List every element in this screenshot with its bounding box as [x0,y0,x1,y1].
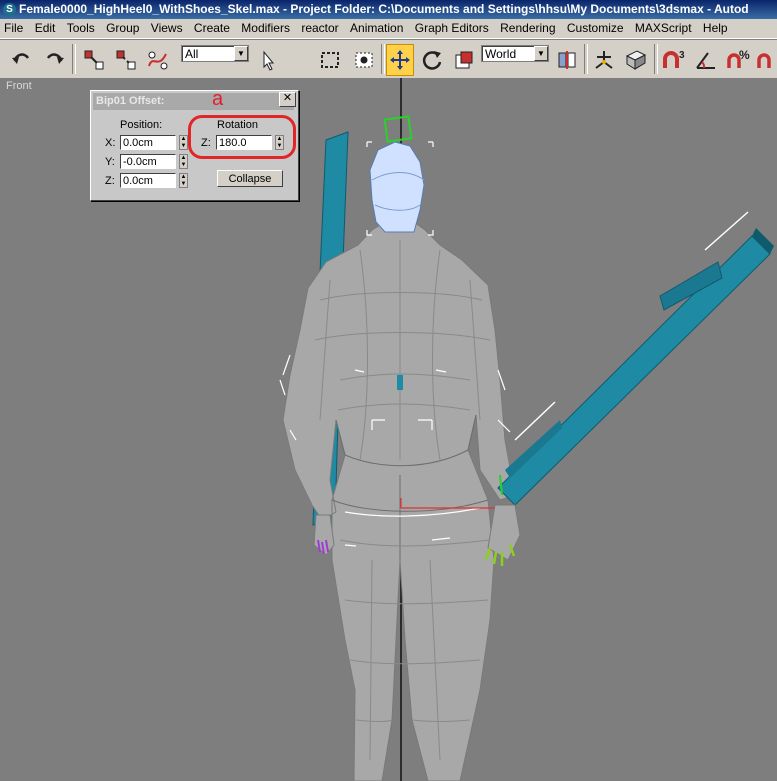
position-x-label: X: [105,137,116,149]
menu-customize[interactable]: Customize [563,19,628,38]
select-and-rotate-icon[interactable] [418,44,446,76]
menu-tools[interactable]: Tools [63,19,99,38]
selection-filter-value: All [185,47,199,61]
position-y-field[interactable]: -0.0cm [120,154,176,169]
3dsmax-app-icon[interactable]: S [3,3,16,16]
position-x-spinner[interactable]: ▲ ▼ [179,135,188,150]
snap-dimension-label: 3 [679,50,685,61]
unlink-icon[interactable] [112,44,140,76]
main-toolbar: All ▼ World ▼ 3 % [0,39,777,79]
spinner-snap-icon[interactable] [754,44,777,76]
percent-snap-icon[interactable]: % [724,44,752,76]
bone-tick-marks [514,211,749,441]
select-and-link-icon[interactable] [80,44,108,76]
position-y-spinner[interactable]: ▲ ▼ [179,154,188,169]
menu-reactor[interactable]: reactor [297,19,342,38]
reference-coordinate-dropdown[interactable]: World ▼ [481,45,549,62]
bind-to-space-warp-icon[interactable] [144,44,172,76]
front-viewport[interactable]: Front Bip01 Offset: ✕ Position: Rotation… [0,78,777,781]
position-z-spinner[interactable]: ▲ ▼ [179,173,188,188]
menu-bar: File Edit Tools Group Views Create Modif… [0,19,777,39]
menu-graph-editors[interactable]: Graph Editors [411,19,493,38]
window-titlebar: S Female0000_HighHeel0_WithShoes_Skel.max… [0,0,777,19]
menu-rendering[interactable]: Rendering [496,19,559,38]
window-title: Female0000_HighHeel0_WithShoes_Skel.max … [19,2,749,16]
position-group-label: Position: [120,119,163,131]
toolbar-separator [584,44,588,74]
close-icon[interactable]: ✕ [279,92,296,107]
rotation-highlight-ellipse [188,115,296,159]
toolbar-separator [72,44,76,74]
undo-icon[interactable] [8,44,36,76]
head-bone-gizmo[interactable] [383,115,413,143]
selection-filter-dropdown[interactable]: All ▼ [181,45,249,62]
menu-create[interactable]: Create [190,19,234,38]
menu-maxscript[interactable]: MAXScript [631,19,696,38]
menu-edit[interactable]: Edit [31,19,60,38]
snaps-toggle-icon[interactable]: 3 [660,44,688,76]
character-mesh[interactable] [282,221,516,781]
position-z-field[interactable]: 0.0cm [120,173,176,188]
select-and-move-icon[interactable] [386,44,414,76]
dialog-title: Bip01 Offset: [93,93,294,110]
character-head[interactable] [369,141,425,233]
menu-group[interactable]: Group [102,19,143,38]
toolbar-separator [654,44,658,74]
angle-snap-icon[interactable] [692,44,720,76]
toolbar-separator [381,44,385,74]
use-pivot-center-icon[interactable] [553,44,581,76]
menu-modifiers[interactable]: Modifiers [237,19,294,38]
menu-animation[interactable]: Animation [346,19,407,38]
position-x-field[interactable]: 0.0cm [120,135,176,150]
annotation-marker-a: a [212,88,224,110]
collapse-button[interactable]: Collapse [217,170,283,187]
percent-label: % [739,48,750,62]
chevron-down-icon[interactable]: ▼ [234,46,248,61]
select-and-scale-icon[interactable] [450,44,478,76]
reference-coordinate-value: World [485,47,517,61]
manipulate-icon[interactable] [590,44,618,76]
menu-help[interactable]: Help [699,19,732,38]
left-arm-bone[interactable] [319,131,349,273]
rectangular-selection-icon[interactable] [316,44,344,76]
chevron-down-icon[interactable]: ▼ [534,46,548,61]
window-crossing-icon[interactable] [350,44,378,76]
right-arm-bone[interactable] [497,228,774,506]
menu-views[interactable]: Views [147,19,187,38]
keyboard-shortcut-icon[interactable] [622,44,650,76]
select-object-icon[interactable] [254,44,282,76]
redo-icon[interactable] [40,44,68,76]
menu-file[interactable]: File [0,19,27,38]
left-hand[interactable] [313,514,335,556]
position-y-label: Y: [105,156,115,168]
position-z-label: Z: [105,175,115,187]
